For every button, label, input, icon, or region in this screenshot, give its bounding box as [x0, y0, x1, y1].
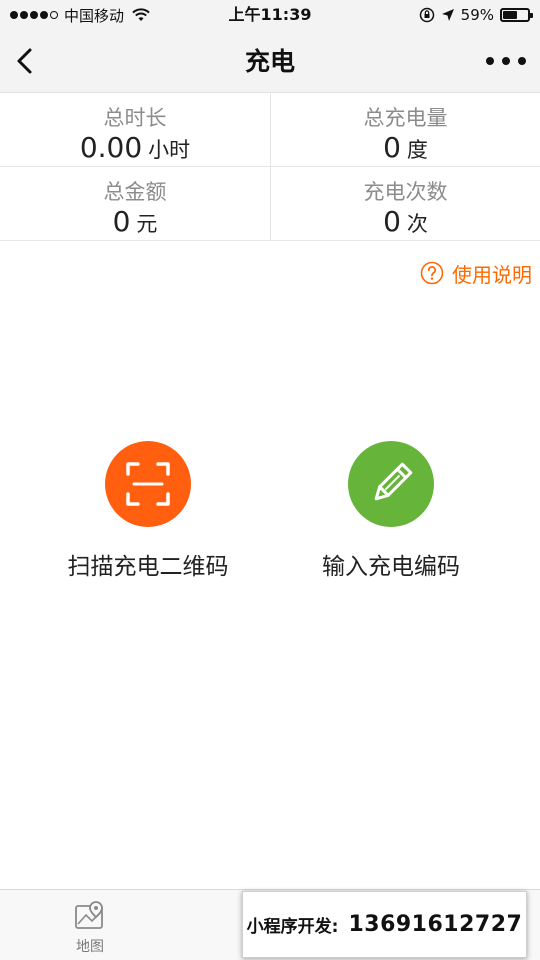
stat-total-energy: 总充电量 0度	[270, 93, 540, 167]
scan-circle[interactable]	[105, 441, 191, 527]
enter-code-button[interactable]: 输入充电编码	[291, 441, 491, 583]
stats-grid: 总时长 0.00 小时 总充电量 0度 总金额 0元 充电次数 0次	[0, 93, 540, 241]
page-title: 充电	[244, 47, 295, 76]
code-circle[interactable]	[348, 441, 434, 527]
stat-label: 充电次数	[363, 180, 448, 204]
tab-map[interactable]: 地图	[60, 900, 120, 956]
pencil-icon	[374, 462, 413, 501]
map-pin-icon	[75, 901, 103, 929]
stat-unit: 度	[406, 138, 428, 162]
stat-value: 0.00	[79, 131, 143, 164]
scan-frame-icon	[126, 462, 170, 506]
stat-unit: 元	[136, 212, 158, 236]
location-arrow-icon	[441, 9, 454, 21]
contact-banner: 小程序开发: 13691612727	[242, 891, 527, 958]
stat-label: 总时长	[103, 106, 167, 130]
contact-phone: 13691612727	[348, 912, 523, 937]
stat-unit: 小时	[148, 138, 191, 162]
contact-label: 小程序开发:	[246, 917, 339, 937]
tab-map-label: 地图	[76, 939, 104, 955]
stat-label: 总金额	[103, 180, 167, 204]
help-link[interactable]: 使用说明	[420, 258, 532, 288]
scan-qr-button[interactable]: 扫描充电二维码	[48, 441, 248, 583]
stat-value: 0	[383, 205, 401, 238]
battery-icon	[500, 8, 533, 22]
more-dots-icon[interactable]	[486, 50, 526, 72]
battery-fill	[503, 11, 518, 19]
scan-label: 扫描充电二维码	[67, 554, 229, 580]
question-circle-icon	[420, 261, 444, 285]
stat-unit: 次	[406, 212, 428, 236]
stat-charge-count: 充电次数 0次	[270, 167, 540, 241]
code-label: 输入充电编码	[322, 554, 460, 580]
stat-total-duration: 总时长 0.00 小时	[0, 93, 270, 167]
stat-total-amount: 总金额 0元	[0, 167, 270, 241]
stat-value: 0	[383, 131, 401, 164]
battery-percent: 59%	[460, 6, 494, 24]
stat-label: 总充电量	[363, 106, 448, 130]
nav-bar: 充电	[0, 30, 540, 93]
stat-value: 0	[112, 205, 131, 238]
status-bar: 中国移动 上午11:39 59%	[0, 0, 540, 30]
status-right: 59%	[419, 0, 533, 30]
rotation-lock-icon	[419, 7, 434, 23]
help-label: 使用说明	[452, 262, 532, 287]
